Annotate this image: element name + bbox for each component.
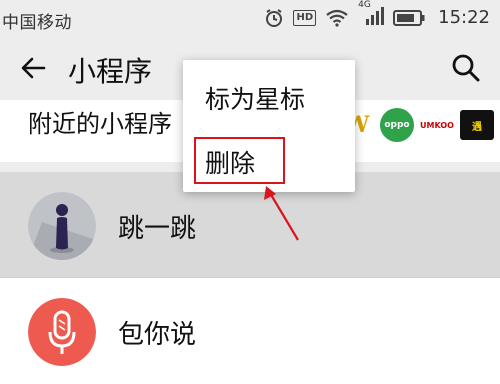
annotation-highlight-box [194, 137, 285, 184]
list-item-bao-ni-shuo[interactable]: 包你说 [0, 278, 500, 384]
wifi-icon [326, 9, 348, 27]
signal-icon: 4G [358, 0, 385, 29]
nearby-logos: W oppo UMKOO 遇 [340, 108, 494, 142]
clock-label: 15:22 [438, 7, 490, 28]
status-icons: HD 4G 15:22 [264, 0, 490, 29]
microphone-icon [28, 298, 96, 366]
status-bar: 中国移动 HD 4G 15:22 [0, 0, 500, 38]
nearby-label: 附近的小程序 [28, 110, 172, 138]
network-type-label: 4G [358, 0, 371, 10]
hd-badge: HD [293, 9, 317, 26]
nearby-logo: UMKOO [420, 110, 454, 140]
nearby-logo: 遇 [460, 110, 494, 140]
search-icon[interactable] [450, 52, 482, 84]
app-name: 包你说 [118, 320, 197, 350]
nearby-logo: oppo [380, 108, 414, 142]
arrow-left-icon[interactable] [18, 52, 50, 84]
menu-item-star[interactable]: 标为星标 [205, 80, 305, 116]
carrier-label: 中国移动 [2, 13, 72, 33]
jump-jump-icon [28, 192, 96, 260]
battery-icon [393, 9, 425, 26]
app-name: 跳一跳 [118, 214, 197, 244]
page-title: 小程序 [68, 55, 153, 88]
alarm-icon [266, 8, 283, 27]
